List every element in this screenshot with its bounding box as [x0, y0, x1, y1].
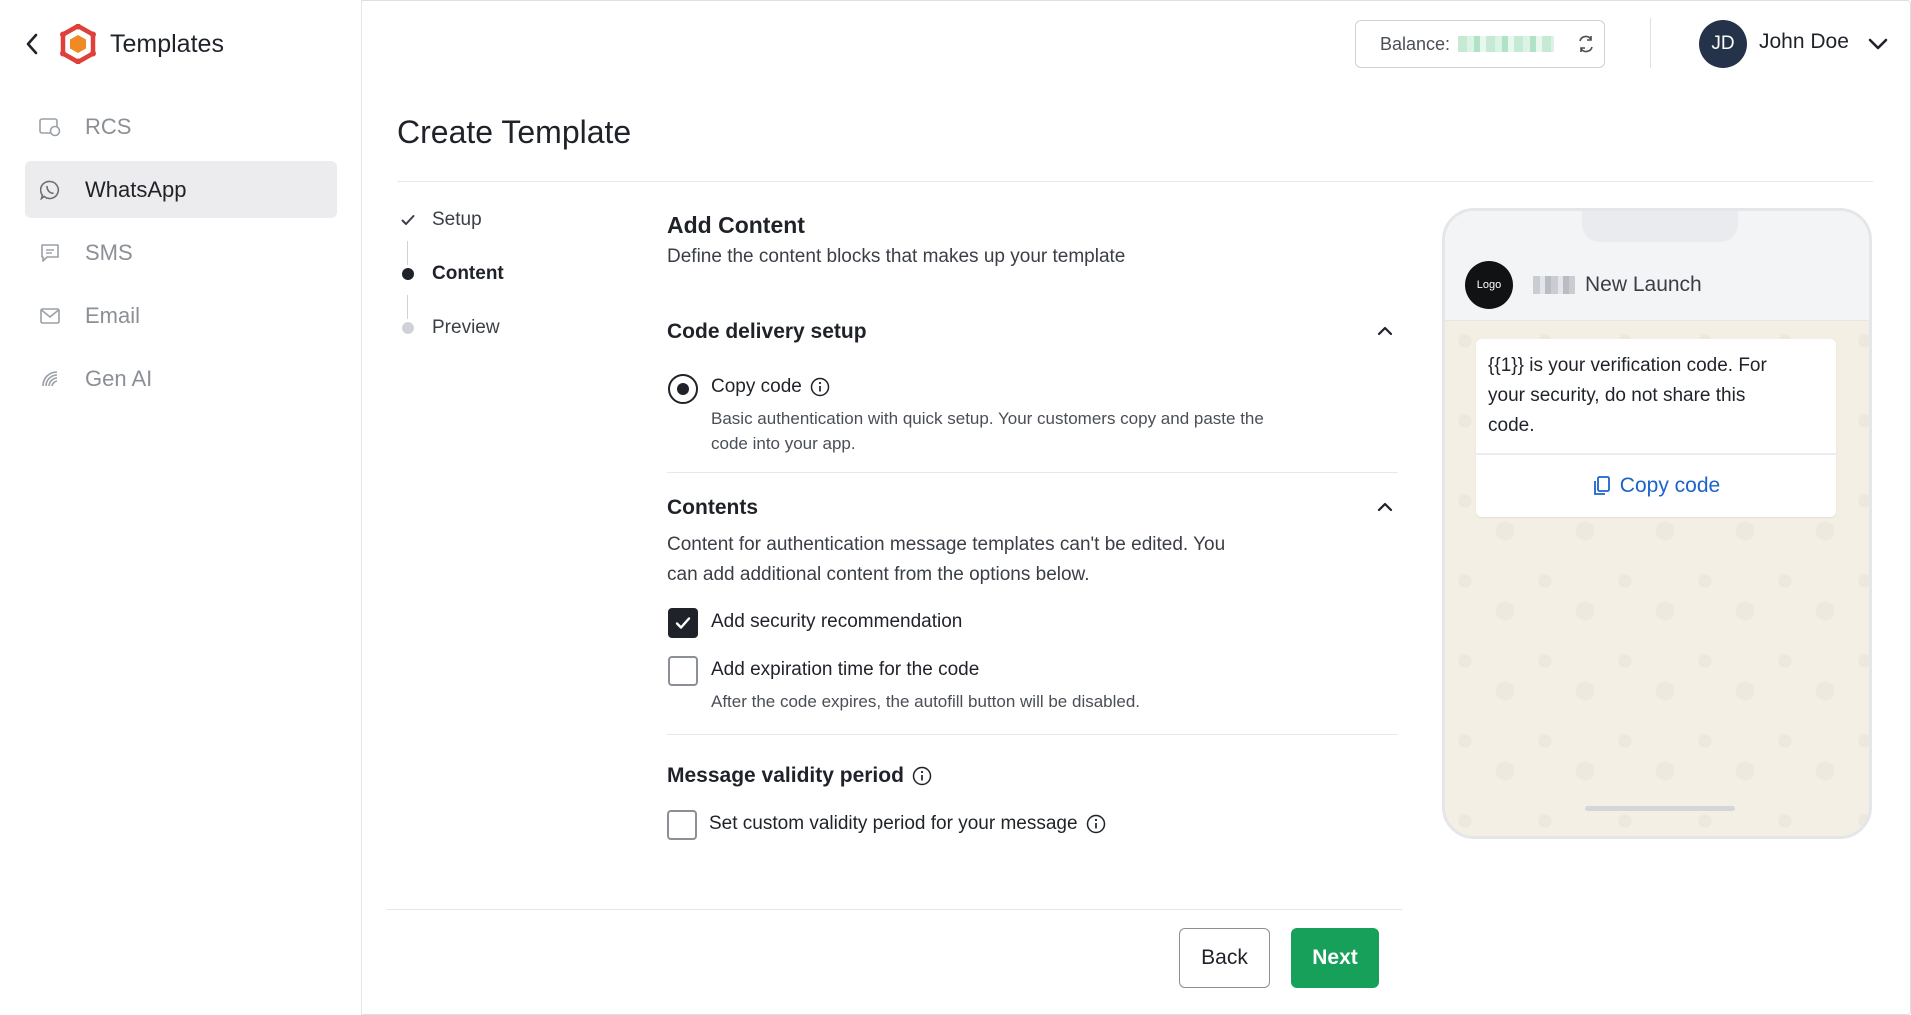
custom-validity-option[interactable]: Set custom validity period for your mess…: [709, 813, 1106, 835]
info-icon[interactable]: [810, 377, 830, 397]
back-button[interactable]: Back: [1179, 928, 1270, 988]
section-divider: [667, 734, 1398, 735]
sidebar-item-whatsapp[interactable]: WhatsApp: [25, 161, 337, 218]
copy-code-option[interactable]: Copy code: [711, 376, 830, 398]
home-indicator: [1585, 806, 1735, 811]
step-setup[interactable]: Setup: [398, 209, 482, 231]
contents-description: Content for authentication message templ…: [667, 530, 1225, 590]
phone-preview: Logo New Launch {{1}} is your verificati…: [1442, 208, 1872, 839]
sidebar-brand: Templates: [22, 24, 224, 64]
pending-step-dot-icon: [398, 318, 418, 338]
message-text: {{1}} is your verification code. For you…: [1476, 339, 1836, 453]
expiration-time-description: After the code expires, the autofill but…: [711, 692, 1141, 711]
footer-divider: [387, 909, 1402, 910]
validity-title-text: Message validity period: [667, 764, 904, 787]
step-label: Content: [432, 263, 504, 284]
balance-label: Balance:: [1380, 33, 1451, 54]
chevron-down-icon[interactable]: [1866, 32, 1890, 56]
info-icon[interactable]: [1086, 814, 1106, 834]
section-subtitle: Define the content blocks that makes up …: [667, 246, 1126, 267]
phone-notch: [1582, 211, 1738, 242]
code-delivery-title: Code delivery setup: [667, 320, 867, 343]
page-title: Create Template: [397, 114, 632, 150]
radio-dot: [677, 383, 689, 395]
validity-title: Message validity period: [667, 764, 932, 788]
back-arrow-icon[interactable]: [22, 29, 42, 59]
step-connector: [407, 241, 408, 265]
sms-icon: [39, 242, 61, 264]
info-icon[interactable]: [912, 766, 932, 786]
custom-validity-checkbox[interactable]: [667, 810, 697, 840]
email-icon: [39, 305, 61, 327]
message-line: your security, do not share this: [1488, 385, 1746, 406]
chevron-up-icon[interactable]: [1376, 322, 1394, 340]
balance-widget[interactable]: Balance:: [1355, 20, 1605, 68]
message-bubble: {{1}} is your verification code. For you…: [1476, 339, 1836, 517]
sidebar-item-gen-ai[interactable]: Gen AI: [25, 350, 337, 407]
custom-validity-label: Set custom validity period for your mess…: [709, 813, 1078, 834]
current-step-dot-icon: [398, 264, 418, 284]
chevron-up-icon[interactable]: [1376, 498, 1394, 516]
check-icon: [675, 617, 691, 629]
header-divider: [1650, 18, 1651, 68]
expiration-time-checkbox[interactable]: [668, 656, 698, 686]
chat-name-redacted: [1533, 276, 1575, 294]
sidebar-nav: RCS WhatsApp SMS Email Gen AI: [25, 98, 337, 413]
chat-logo: Logo: [1465, 261, 1513, 309]
sidebar-item-label: SMS: [85, 239, 133, 265]
step-label: Preview: [432, 317, 500, 338]
message-line: code.: [1488, 415, 1535, 436]
refresh-icon[interactable]: [1576, 34, 1596, 54]
expiration-time-label[interactable]: Add expiration time for the code: [711, 659, 979, 681]
whatsapp-icon: [39, 179, 61, 201]
section-heading: Add Content: [667, 212, 805, 238]
contents-title: Contents: [667, 496, 758, 519]
copy-icon: [1593, 476, 1610, 495]
title-divider: [397, 181, 1873, 182]
sidebar-item-label: WhatsApp: [85, 176, 187, 202]
gen-ai-icon: [39, 368, 61, 390]
copy-code-description-line: Basic authentication with quick setup. Y…: [711, 409, 1264, 428]
copy-code-radio[interactable]: [668, 374, 698, 404]
copy-code-button-label: Copy code: [1619, 474, 1721, 497]
sidebar-item-email[interactable]: Email: [25, 287, 337, 344]
check-icon: [398, 210, 418, 230]
section-divider: [667, 472, 1398, 473]
avatar[interactable]: JD: [1699, 20, 1747, 68]
message-line: {{1}} is your verification code. For: [1488, 355, 1767, 376]
brand-logo-icon: [60, 24, 96, 64]
sidebar-item-sms[interactable]: SMS: [25, 224, 337, 281]
copy-code-description-line: code into your app.: [711, 434, 856, 453]
contents-description-line: Content for authentication message templ…: [667, 534, 1226, 555]
step-label: Setup: [432, 209, 482, 230]
step-content[interactable]: Content: [398, 263, 504, 285]
security-recommendation-label[interactable]: Add security recommendation: [711, 611, 962, 633]
copy-code-label: Copy code: [711, 376, 802, 397]
rcs-icon: [39, 116, 61, 138]
sidebar-item-label: Email: [85, 302, 141, 328]
sidebar-item-label: Gen AI: [85, 365, 153, 391]
user-name[interactable]: John Doe: [1759, 30, 1849, 54]
balance-value-redacted: [1458, 36, 1555, 52]
sidebar: Templates RCS WhatsApp SMS Email Gen AI: [0, 0, 362, 1015]
next-button[interactable]: Next: [1291, 928, 1379, 988]
chat-name: New Launch: [1533, 273, 1702, 297]
sidebar-item-rcs[interactable]: RCS: [25, 98, 337, 155]
copy-code-button[interactable]: Copy code: [1476, 455, 1836, 517]
contents-description-line: can add additional content from the opti…: [667, 564, 1090, 585]
security-recommendation-checkbox[interactable]: [668, 608, 698, 638]
chat-name-text: New Launch: [1585, 273, 1702, 296]
sidebar-title: Templates: [110, 29, 224, 58]
step-preview[interactable]: Preview: [398, 317, 500, 339]
sidebar-item-label: RCS: [85, 113, 132, 139]
copy-code-description: Basic authentication with quick setup. Y…: [711, 406, 1264, 456]
step-connector: [407, 295, 408, 319]
